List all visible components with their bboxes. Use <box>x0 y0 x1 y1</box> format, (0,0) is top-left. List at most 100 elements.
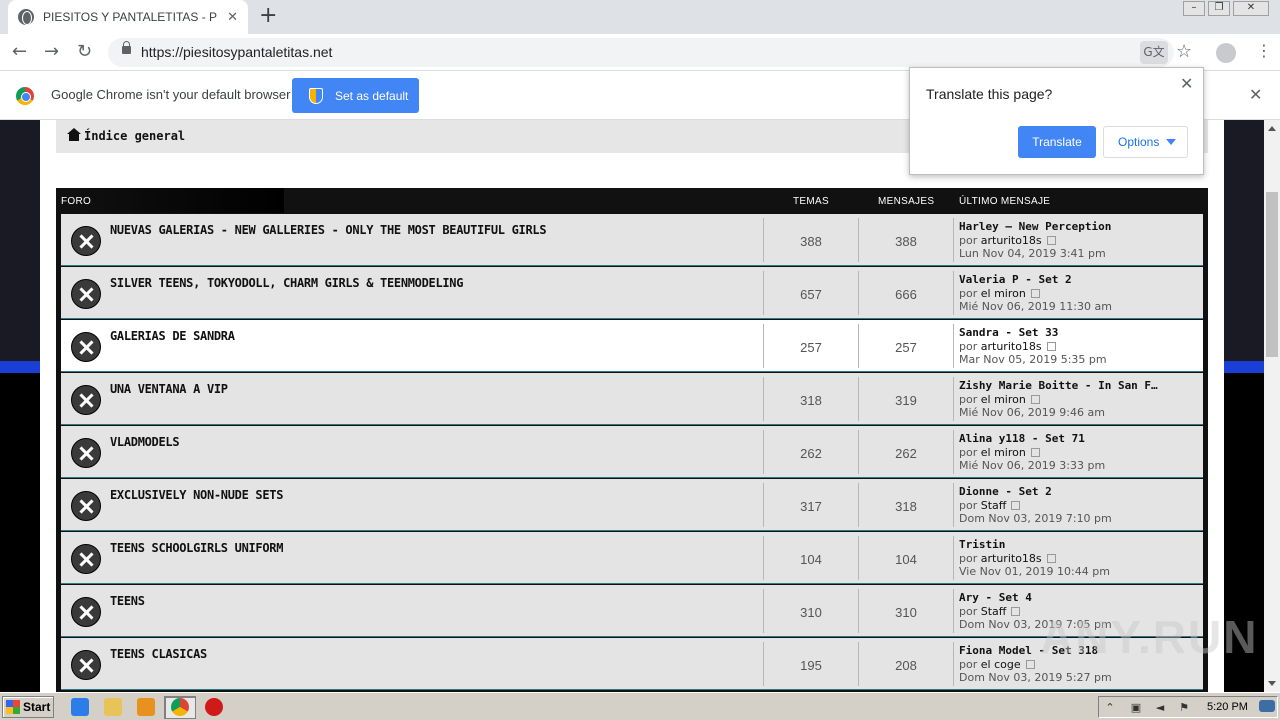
scroll-down-icon[interactable] <box>1268 681 1276 686</box>
goto-last-post-icon[interactable] <box>1046 342 1056 351</box>
media-player-icon[interactable] <box>137 698 155 716</box>
new-tab-button[interactable]: + <box>259 5 277 27</box>
forum-row: TEENS CLASICAS 195 208 Fiona Model - Set 31… <box>61 638 1203 690</box>
forum-title-link[interactable]: UNA VENTANA A VIP <box>110 382 228 396</box>
last-post-author-link[interactable]: el coge <box>981 658 1021 671</box>
last-post-title-link[interactable]: Harley – New Perception <box>959 220 1111 233</box>
translate-popup: Translate this page? ✕ Translate Options <box>909 67 1204 175</box>
forum-title-link[interactable]: NUEVAS GALERIAS - NEW GALLERIES - ONLY T… <box>110 223 547 237</box>
translate-icon[interactable]: G文 <box>1140 41 1168 64</box>
header-posts: MENSAJES <box>878 196 935 207</box>
last-post-author-link[interactable]: el miron <box>981 393 1026 406</box>
last-post-author-link[interactable]: el miron <box>981 446 1026 459</box>
goto-last-post-icon[interactable] <box>1046 554 1056 563</box>
forum-row: GALERIAS DE SANDRA 257 257 Sandra - Set 33 p… <box>61 320 1203 372</box>
last-post-author-link[interactable]: arturito18s <box>981 340 1042 353</box>
forum-title-link[interactable]: VLADMODELS <box>110 435 180 449</box>
last-post-title-link[interactable]: Dionne - Set 2 <box>959 485 1052 498</box>
page-scrollbar[interactable] <box>1264 120 1280 692</box>
breadcrumb-index-link[interactable]: Índice general <box>84 129 185 143</box>
forward-icon[interactable]: → <box>44 41 59 63</box>
flag-icon[interactable]: ⚑ <box>1177 701 1191 715</box>
last-post-author-link[interactable]: arturito18s <box>981 234 1042 247</box>
by-prefix: por <box>959 605 978 618</box>
scroll-thumb[interactable] <box>1266 192 1278 357</box>
forum-unread-icon <box>71 597 101 627</box>
windows-taskbar: Start ⌃ ▣ ◄ ⚑ 5:20 PM <box>0 692 1280 720</box>
volume-icon[interactable]: ◄ <box>1153 701 1167 715</box>
last-post-author-line: por arturito18s <box>959 340 1056 353</box>
forum-title-link[interactable]: GALERIAS DE SANDRA <box>110 329 235 343</box>
browser-tab[interactable]: PIESITOS Y PANTALETITAS - Página ✕ <box>8 0 248 34</box>
bookmark-star-icon[interactable]: ☆ <box>1176 41 1192 62</box>
column-divider <box>953 642 954 686</box>
lock-icon[interactable] <box>122 41 131 54</box>
goto-last-post-icon[interactable] <box>1030 395 1040 404</box>
scroll-up-icon[interactable] <box>1268 126 1276 131</box>
minimize-button[interactable]: – <box>1183 1 1205 16</box>
goto-last-post-icon[interactable] <box>1030 448 1040 457</box>
column-divider <box>953 218 954 262</box>
tray-expand-icon[interactable]: ⌃ <box>1103 701 1117 715</box>
back-icon[interactable]: ← <box>12 41 27 63</box>
tab-close-icon[interactable]: ✕ <box>227 10 238 25</box>
goto-last-post-icon[interactable] <box>1011 607 1021 616</box>
last-post-author-link[interactable]: Staff <box>981 605 1007 618</box>
last-post-author-line: por Staff <box>959 499 1021 512</box>
watermark-logo: ANY.RUN <box>1040 611 1259 663</box>
show-desktop-icon[interactable] <box>1259 700 1275 712</box>
forum-row: NUEVAS GALERIAS - NEW GALLERIES - ONLY T… <box>61 214 1203 266</box>
clock[interactable]: 5:20 PM <box>1207 701 1248 713</box>
set-default-button[interactable]: Set as default <box>292 78 419 113</box>
profile-avatar-icon[interactable] <box>1216 43 1236 63</box>
goto-last-post-icon[interactable] <box>1046 236 1056 245</box>
translate-options-button[interactable]: Options <box>1103 126 1188 158</box>
forum-unread-icon <box>71 385 101 415</box>
forum-title-link[interactable]: TEENS CLASICAS <box>110 647 207 661</box>
background-stripe-left <box>0 361 40 373</box>
browser-toolbar: ← → ↻ https://piesitosypantaletitas.net … <box>0 34 1280 71</box>
explorer-folder-icon[interactable] <box>104 698 122 716</box>
translate-button[interactable]: Translate <box>1018 126 1096 158</box>
home-icon[interactable] <box>67 128 81 141</box>
start-button[interactable]: Start <box>2 696 54 718</box>
globe-icon <box>18 9 34 25</box>
forum-title-link[interactable]: SILVER TEENS, TOKYODOLL, CHARM GIRLS & T… <box>110 276 463 290</box>
reload-icon[interactable]: ↻ <box>77 41 92 63</box>
goto-last-post-icon[interactable] <box>1011 501 1021 510</box>
forum-title-link[interactable]: TEENS SCHOOLGIRLS UNIFORM <box>110 541 283 555</box>
last-post-title-link[interactable]: Alina y118 - Set 71 <box>959 432 1085 445</box>
stop-icon[interactable] <box>205 698 223 716</box>
forum-title-link[interactable]: TEENS <box>110 594 145 608</box>
window-close-button[interactable]: ✕ <box>1233 1 1269 16</box>
menu-kebab-icon[interactable]: ⋮ <box>1256 41 1272 61</box>
topic-count: 388 <box>800 234 822 249</box>
forum-title-link[interactable]: EXCLUSIVELY NON-NUDE SETS <box>110 488 283 502</box>
column-divider <box>953 483 954 527</box>
last-post-date: Vie Nov 01, 2019 10:44 pm <box>959 565 1110 578</box>
goto-last-post-icon[interactable] <box>1025 660 1035 669</box>
column-divider <box>953 430 954 474</box>
last-post-title-link[interactable]: Sandra - Set 33 <box>959 326 1058 339</box>
last-post-author-link[interactable]: Staff <box>981 499 1007 512</box>
last-post-title-link[interactable]: Zishy Marie Boitte - In San F… <box>959 379 1158 392</box>
maximize-button[interactable]: ❐ <box>1208 1 1230 16</box>
tab-title: PIESITOS Y PANTALETITAS - Página <box>43 10 218 24</box>
network-icon[interactable]: ▣ <box>1129 701 1143 715</box>
address-bar[interactable]: https://piesitosypantaletitas.net G文 <box>108 38 1174 67</box>
goto-last-post-icon[interactable] <box>1030 289 1040 298</box>
by-prefix: por <box>959 499 978 512</box>
url-text[interactable]: https://piesitosypantaletitas.net <box>141 44 332 60</box>
last-post-author-link[interactable]: arturito18s <box>981 552 1042 565</box>
last-post-date: Dom Nov 03, 2019 7:10 pm <box>959 512 1112 525</box>
forum-unread-icon <box>71 279 101 309</box>
last-post-author-link[interactable]: el miron <box>981 287 1026 300</box>
last-post-title-link[interactable]: Tristin <box>959 538 1005 551</box>
translate-popup-close-icon[interactable]: ✕ <box>1180 74 1193 93</box>
chrome-taskbar-button[interactable] <box>164 696 196 719</box>
forum-unread-icon <box>71 332 101 362</box>
infobar-close-icon[interactable]: ✕ <box>1249 85 1262 104</box>
last-post-title-link[interactable]: Ary - Set 4 <box>959 591 1032 604</box>
ie-icon[interactable] <box>71 698 89 716</box>
last-post-title-link[interactable]: Valeria P - Set 2 <box>959 273 1072 286</box>
